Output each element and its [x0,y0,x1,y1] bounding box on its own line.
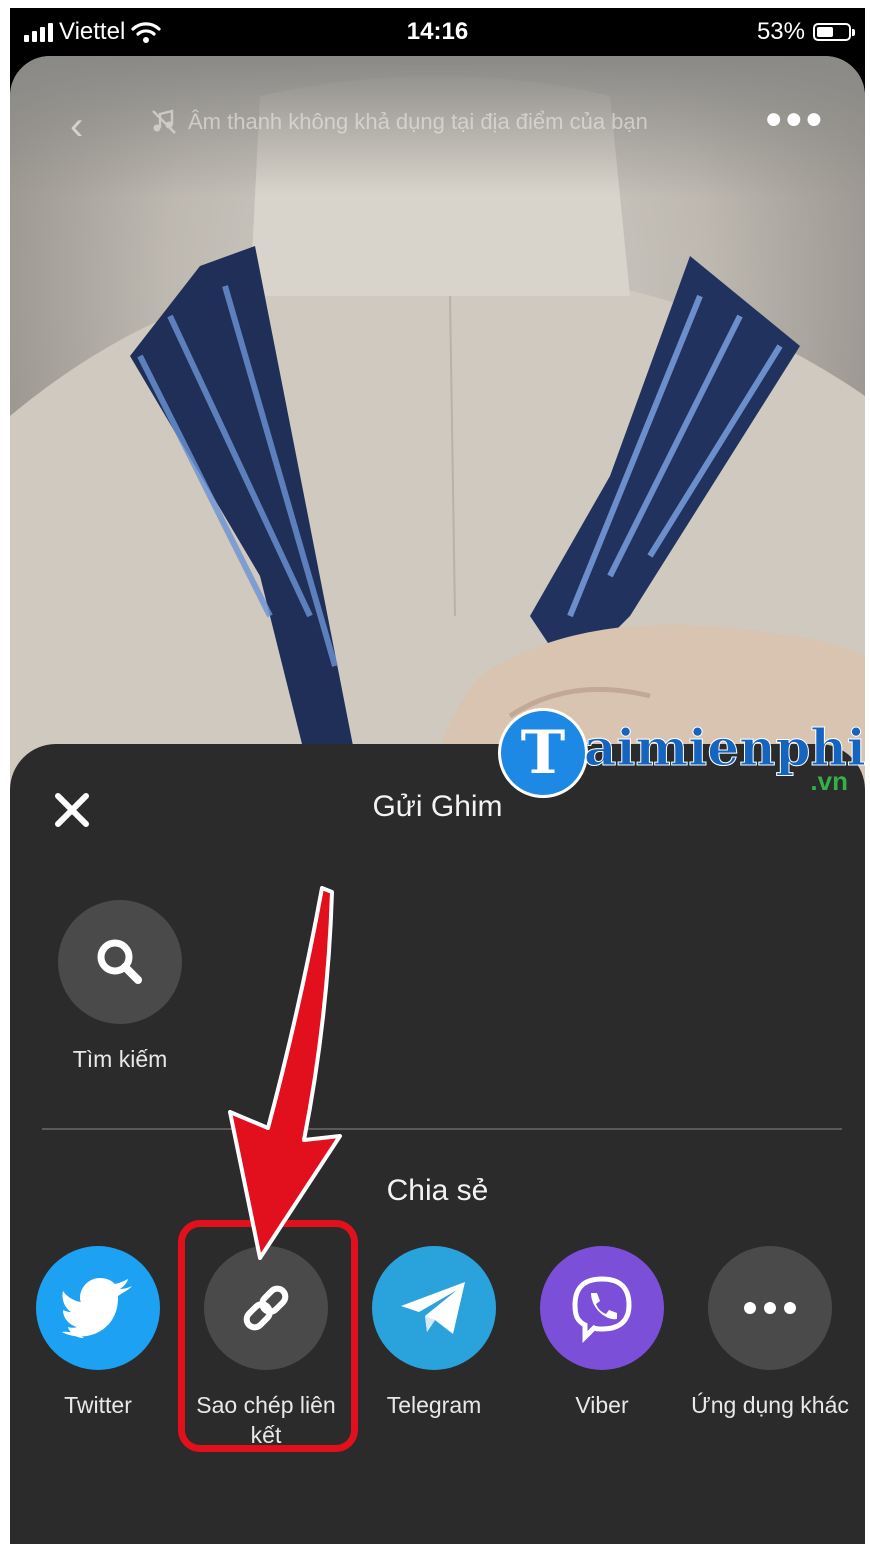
status-bar: Viettel 14:16 53% [10,8,865,56]
share-telegram-button[interactable] [372,1246,496,1370]
search-button[interactable] [58,900,182,1024]
share-twitter-label: Twitter [64,1392,132,1418]
pin-video[interactable]: ‹ Âm thanh không khả dụng tại địa điểm c… [10,56,865,816]
twitter-bird-icon [62,1278,132,1338]
battery-info: 53% [756,18,855,46]
taimienphi-watermark: T aimienphi .vn [498,708,865,808]
muted-music-icon [152,109,176,134]
search-icon [97,939,142,984]
phone-bubble-icon [572,1276,632,1343]
watermark-tld: .vn [810,766,848,796]
share-viber-label: Viber [575,1392,629,1418]
battery-percent: 53% [756,18,805,45]
paper-plane-icon [401,1282,465,1334]
taimienphi-logo-icon: T [498,708,588,798]
share-telegram-label: Telegram [386,1392,482,1418]
clock: 14:16 [406,18,469,45]
copy-link-highlight-box [178,1220,358,1452]
search-label: Tìm kiếm [72,1046,168,1072]
more-dots-icon [744,1302,796,1314]
sheet-divider [42,1128,842,1130]
more-apps-label: Ứng dụng khác [691,1392,849,1418]
battery-icon [813,23,855,41]
more-apps-button[interactable] [708,1246,832,1370]
phone-screen: Viettel 14:16 53% ‹ Âm thanh không khả d… [10,8,865,1544]
back-chevron-icon[interactable]: ‹ [70,104,83,149]
share-section-title: Chia sẻ [386,1174,489,1207]
share-viber-button[interactable] [540,1246,664,1370]
send-pin-sheet: Gửi Ghim Tìm kiếm Chia sẻ Twitter Sao ch… [10,744,865,1544]
share-twitter-button[interactable] [36,1246,160,1370]
more-options-icon[interactable]: ●●● [765,102,825,136]
red-pointer-arrow-icon [220,8,360,1128]
